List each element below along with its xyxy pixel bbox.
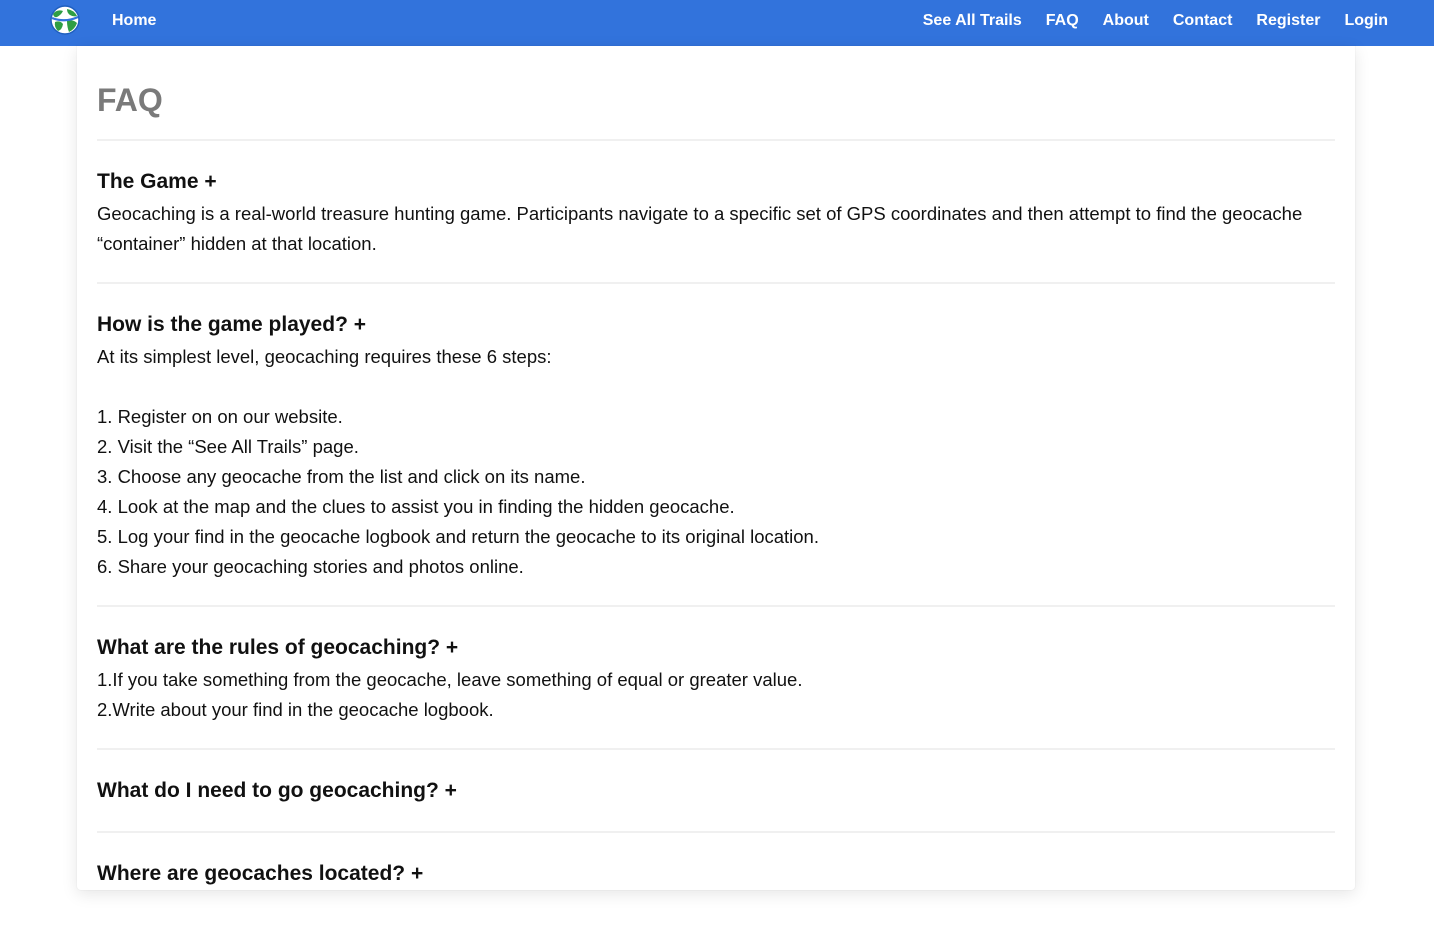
faq-answer-text: Geocaching is a real-world treasure hunt… bbox=[97, 203, 1303, 254]
faq-rule-item: 1.If you take something from the geocach… bbox=[97, 669, 803, 690]
faq-step-item: 3. Choose any geocache from the list and… bbox=[97, 466, 586, 487]
divider bbox=[97, 282, 1335, 284]
nav-contact-link[interactable]: Contact bbox=[1173, 0, 1233, 42]
nav-home-link[interactable]: Home bbox=[112, 0, 156, 42]
faq-step-item: 1. Register on on our website. bbox=[97, 406, 343, 427]
divider bbox=[97, 831, 1335, 833]
faq-answer-intro: At its simplest level, geocaching requir… bbox=[97, 346, 552, 367]
faq-question-where-located[interactable]: Where are geocaches located? + bbox=[97, 859, 423, 889]
nav-right-menu: See All Trails FAQ About Contact Registe… bbox=[923, 0, 1388, 42]
faq-rule-item: 2.Write about your find in the geocache … bbox=[97, 699, 494, 720]
faq-question-rules[interactable]: What are the rules of geocaching? + bbox=[97, 633, 458, 663]
divider bbox=[97, 605, 1335, 607]
faq-answer-rules: 1.If you take something from the geocach… bbox=[97, 665, 1335, 725]
faq-question-what-need[interactable]: What do I need to go geocaching? + bbox=[97, 776, 457, 806]
faq-answer-the-game: Geocaching is a real-world treasure hunt… bbox=[97, 199, 1335, 259]
nav-faq-link[interactable]: FAQ bbox=[1046, 0, 1079, 42]
faq-step-item: 4. Look at the map and the clues to assi… bbox=[97, 496, 735, 517]
nav-register-link[interactable]: Register bbox=[1256, 0, 1320, 42]
nav-about-link[interactable]: About bbox=[1103, 0, 1149, 42]
top-navbar: Home See All Trails FAQ About Contact Re… bbox=[0, 0, 1434, 46]
nav-login-link[interactable]: Login bbox=[1344, 0, 1388, 42]
globe-logo-icon[interactable] bbox=[49, 5, 81, 35]
faq-step-item: 6. Share your geocaching stories and pho… bbox=[97, 556, 524, 577]
nav-see-all-trails-link[interactable]: See All Trails bbox=[923, 0, 1022, 42]
divider bbox=[97, 748, 1335, 750]
faq-card: FAQ The Game + Geocaching is a real-worl… bbox=[77, 46, 1355, 890]
faq-step-item: 2. Visit the “See All Trails” page. bbox=[97, 436, 359, 457]
faq-question-how-played[interactable]: How is the game played? + bbox=[97, 310, 366, 340]
faq-step-item: 5. Log your find in the geocache logbook… bbox=[97, 526, 819, 547]
faq-answer-how-played: At its simplest level, geocaching requir… bbox=[97, 342, 1335, 582]
divider bbox=[97, 139, 1335, 141]
faq-question-the-game[interactable]: The Game + bbox=[97, 167, 217, 197]
page-title: FAQ bbox=[97, 82, 163, 118]
